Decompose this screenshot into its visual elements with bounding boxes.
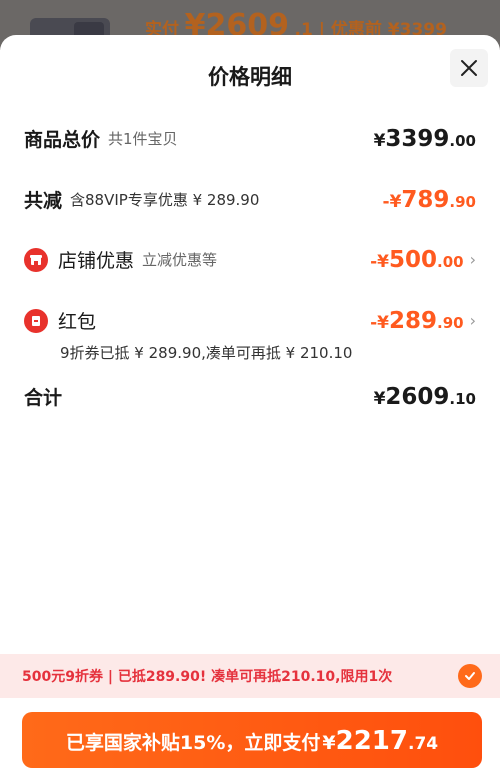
red-packet-icon [24,308,48,333]
red-packet-row[interactable]: 红包 -¥ 289.90 › [24,307,476,334]
store-icon [24,247,48,272]
grand-total-label: 合计 [24,387,63,409]
store-discount-amount: -¥ 500.00 [370,246,464,273]
store-discount-row[interactable]: 店铺优惠 立减优惠等 -¥ 500.00 › [24,246,476,273]
total-reduction-row: 共减 含88VIP专享优惠 ¥ 289.90 -¥ 789.90 [24,186,476,213]
chevron-right-icon: › [469,311,476,330]
pay-amount-dec: .74 [407,734,439,754]
total-price-row: 商品总价 共1件宝贝 ¥3399.00 [24,125,476,152]
pay-button-text: 已享国家补贴15%，立即支付 [65,732,321,754]
store-discount-sub: 立减优惠等 [142,251,218,269]
pay-amount-int: 2217 [335,726,408,756]
close-icon [461,60,477,76]
red-packet-label: 红包 [58,311,97,333]
coupon-text: 500元9折券 | 已抵289.90! 凑单可再抵210.10,限用1次 [22,669,393,685]
red-packet-amount: -¥ 289.90 [370,307,464,334]
total-reduction-label: 共减 [24,190,63,212]
check-icon[interactable] [458,664,482,688]
grand-total-amount: ¥2609.10 [373,383,476,410]
total-price-label: 商品总价 [24,129,101,151]
pay-currency: ¥ [322,732,336,754]
pay-now-button[interactable]: 已享国家补贴15%，立即支付 ¥ 2217 .74 [22,712,482,768]
chevron-right-icon: › [469,250,476,269]
vip-discount-text: 含88VIP专享优惠 ¥ 289.90 [70,191,260,209]
total-reduction-amount: -¥ 789.90 [382,186,476,213]
grand-total-row: 合计 ¥2609.10 [24,383,476,410]
coupon-banner[interactable]: 500元9折券 | 已抵289.90! 凑单可再抵210.10,限用1次 [0,654,500,698]
red-packet-note: 9折券已抵 ¥ 289.90,凑单可再抵 ¥ 210.10 [60,344,353,362]
total-price-amount: ¥3399.00 [373,125,476,152]
close-button[interactable] [450,49,488,87]
sheet-title: 价格明细 [208,65,292,89]
item-count-text: 共1件宝贝 [108,130,178,148]
store-discount-label: 店铺优惠 [58,250,135,272]
